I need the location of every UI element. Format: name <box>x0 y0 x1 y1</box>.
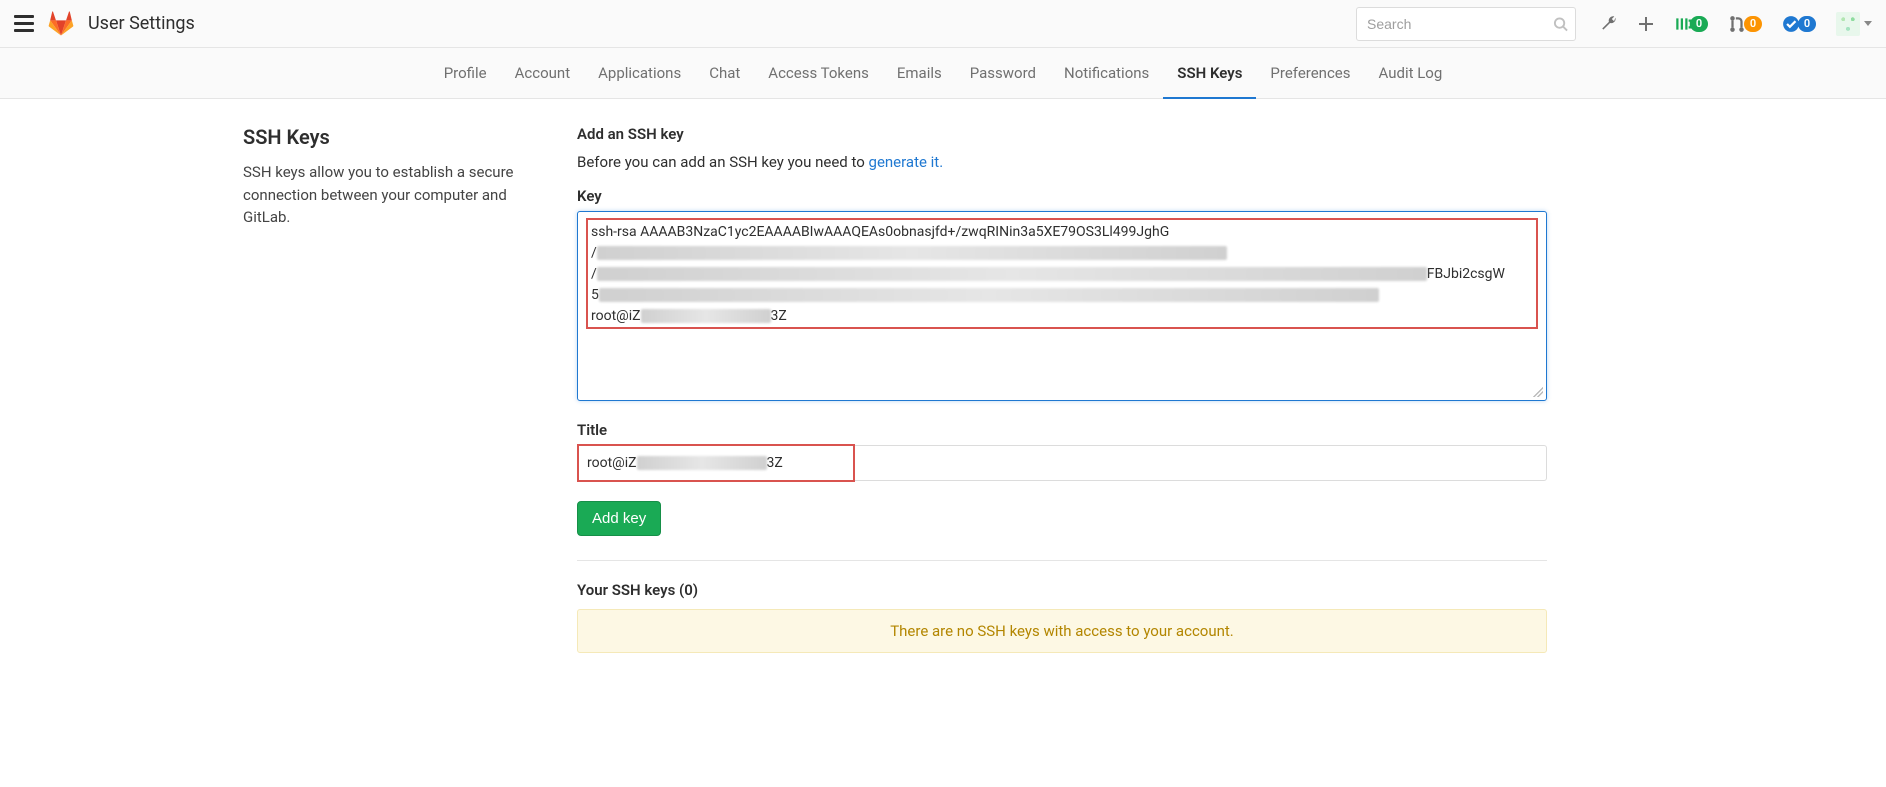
tab-audit-log[interactable]: Audit Log <box>1365 48 1457 98</box>
tab-preferences[interactable]: Preferences <box>1256 48 1364 98</box>
tab-profile[interactable]: Profile <box>430 48 501 98</box>
resize-handle[interactable] <box>1533 387 1543 397</box>
key-line-2: / <box>591 243 1533 264</box>
gitlab-logo[interactable] <box>48 11 74 37</box>
top-bar: User Settings 0 0 0 <box>0 0 1886 48</box>
tab-ssh-keys[interactable]: SSH Keys <box>1163 48 1256 98</box>
tab-password[interactable]: Password <box>956 48 1050 98</box>
tab-chat[interactable]: Chat <box>695 48 754 98</box>
main-content: SSH Keys SSH keys allow you to establish… <box>223 99 1663 693</box>
key-line-1: ssh-rsa AAAAB3NzaC1yc2EAAAABIwAAAQEAs0ob… <box>591 222 1533 243</box>
key-line-5: root@iZ3Z <box>591 306 1533 327</box>
title-input[interactable] <box>577 445 1547 481</box>
help-text: Before you can add an SSH key you need t… <box>577 153 1547 171</box>
key-label: Key <box>577 187 1547 205</box>
todos-badge: 0 <box>1798 16 1816 32</box>
admin-wrench-icon[interactable] <box>1600 15 1618 33</box>
empty-keys-banner: There are no SSH keys with access to you… <box>577 609 1547 653</box>
title-label: Title <box>577 421 1547 439</box>
generate-link[interactable]: generate it. <box>869 153 944 171</box>
todos-icon[interactable]: 0 <box>1782 15 1816 33</box>
add-key-heading: Add an SSH key <box>577 125 1547 143</box>
side-text: SSH keys allow you to establish a secure… <box>243 161 537 229</box>
key-line-3: /FBJbi2csgW <box>591 264 1533 285</box>
top-icons: 0 0 0 <box>1600 12 1872 36</box>
mr-badge: 0 <box>1744 16 1762 32</box>
page-title: User Settings <box>88 13 195 34</box>
tab-access-tokens[interactable]: Access Tokens <box>754 48 883 98</box>
hamburger-menu[interactable] <box>14 15 34 32</box>
key-line-4: 5 <box>591 285 1533 306</box>
key-textarea[interactable]: ssh-rsa AAAAB3NzaC1yc2EAAAABIwAAAQEAs0ob… <box>577 211 1547 401</box>
caret-down-icon <box>1864 21 1872 26</box>
user-menu[interactable] <box>1836 12 1872 36</box>
settings-tabs: ProfileAccountApplicationsChatAccess Tok… <box>0 48 1886 99</box>
divider <box>577 560 1547 561</box>
merge-requests-icon[interactable]: 0 <box>1728 15 1762 33</box>
new-plus-icon[interactable] <box>1638 16 1654 32</box>
search-icon <box>1553 16 1568 31</box>
tab-applications[interactable]: Applications <box>584 48 695 98</box>
issues-icon[interactable]: 0 <box>1674 15 1708 33</box>
your-keys-heading: Your SSH keys (0) <box>577 581 1547 599</box>
avatar <box>1836 12 1860 36</box>
tab-notifications[interactable]: Notifications <box>1050 48 1163 98</box>
search-input[interactable] <box>1356 7 1576 41</box>
search-container <box>1356 7 1576 41</box>
side-title: SSH Keys <box>243 125 537 149</box>
add-key-button[interactable]: Add key <box>577 501 661 536</box>
help-prefix: Before you can add an SSH key you need t… <box>577 153 869 171</box>
issues-badge: 0 <box>1690 16 1708 32</box>
side-description: SSH Keys SSH keys allow you to establish… <box>243 125 577 653</box>
tab-account[interactable]: Account <box>501 48 585 98</box>
key-redbox: ssh-rsa AAAAB3NzaC1yc2EAAAABIwAAAQEAs0ob… <box>586 218 1538 329</box>
form-column: Add an SSH key Before you can add an SSH… <box>577 125 1547 653</box>
title-row: root@iZ3Z <box>577 445 1547 481</box>
tab-emails[interactable]: Emails <box>883 48 956 98</box>
